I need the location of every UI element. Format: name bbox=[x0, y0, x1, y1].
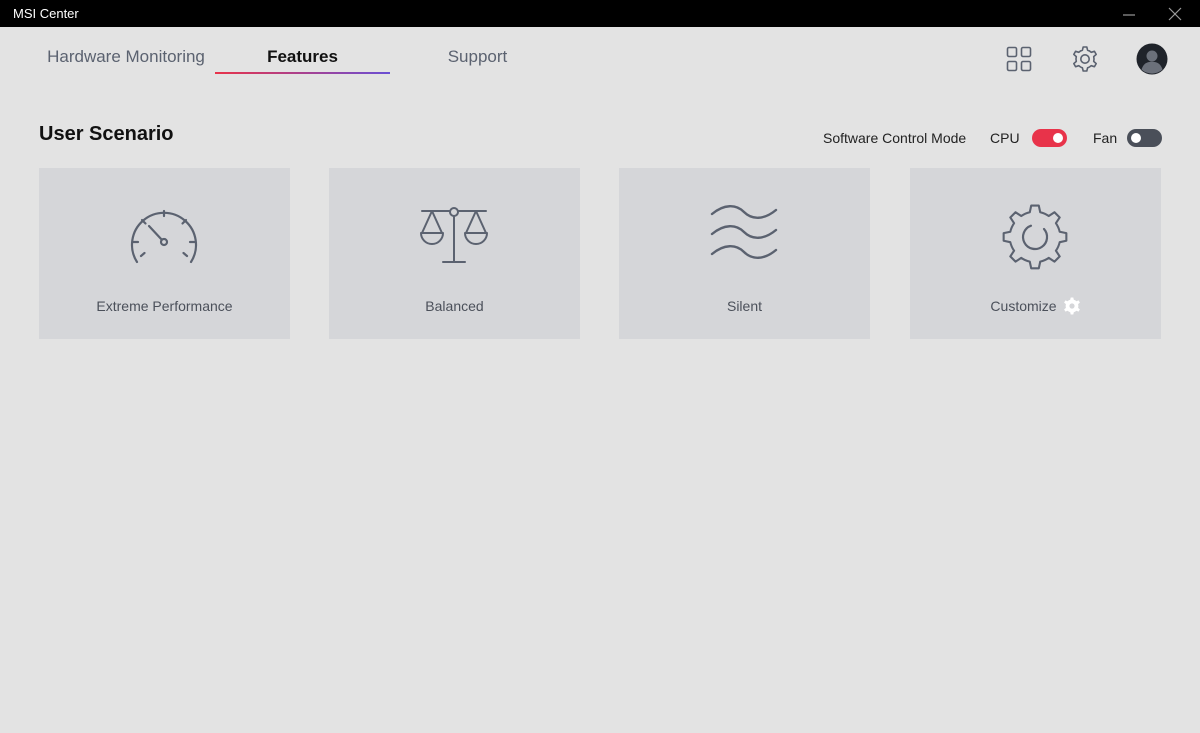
customize-settings-icon[interactable] bbox=[1063, 297, 1081, 315]
cpu-label: CPU bbox=[990, 130, 1020, 146]
minimize-button[interactable] bbox=[1106, 0, 1152, 27]
title-bar: MSI Center bbox=[0, 0, 1200, 27]
scenario-label: Customize bbox=[990, 298, 1057, 314]
tab-hardware-monitoring[interactable]: Hardware Monitoring bbox=[40, 45, 212, 69]
scenario-card-balanced[interactable]: Balanced bbox=[329, 168, 580, 339]
scenario-card-silent[interactable]: Silent bbox=[619, 168, 870, 339]
balance-scale-icon bbox=[420, 207, 488, 263]
scenario-label: Extreme Performance bbox=[96, 298, 233, 314]
scenario-label: Silent bbox=[726, 298, 763, 314]
close-icon bbox=[1168, 7, 1182, 20]
settings-button[interactable] bbox=[1067, 41, 1103, 77]
user-avatar-button[interactable] bbox=[1134, 41, 1170, 77]
settings-gear-icon bbox=[1073, 46, 1097, 72]
speedometer-icon bbox=[130, 209, 198, 264]
tab-features[interactable]: Features bbox=[215, 45, 390, 69]
apps-grid-button[interactable] bbox=[1001, 41, 1037, 77]
toggle-knob bbox=[1053, 133, 1063, 143]
tab-support[interactable]: Support bbox=[420, 45, 535, 69]
fan-label: Fan bbox=[1093, 130, 1118, 146]
toggle-knob bbox=[1131, 133, 1141, 143]
scenario-card-extreme-performance[interactable]: Extreme Performance bbox=[39, 168, 290, 339]
software-control-mode-label: Software Control Mode bbox=[823, 130, 967, 146]
scenario-card-customize[interactable]: Customize bbox=[910, 168, 1161, 339]
user-avatar-icon bbox=[1136, 43, 1168, 75]
section-title: User Scenario bbox=[39, 123, 174, 145]
minimize-icon bbox=[1123, 13, 1135, 16]
gear-icon bbox=[1002, 204, 1068, 270]
apps-grid-icon bbox=[1006, 46, 1032, 72]
fan-toggle[interactable] bbox=[1127, 129, 1162, 147]
scenario-label: Balanced bbox=[425, 298, 484, 314]
cpu-toggle[interactable] bbox=[1032, 129, 1067, 147]
active-tab-underline bbox=[215, 72, 390, 74]
close-button[interactable] bbox=[1152, 0, 1198, 27]
waves-icon bbox=[710, 205, 778, 259]
window-title: MSI Center bbox=[13, 6, 79, 21]
customize-label-row: Customize bbox=[910, 297, 1161, 315]
